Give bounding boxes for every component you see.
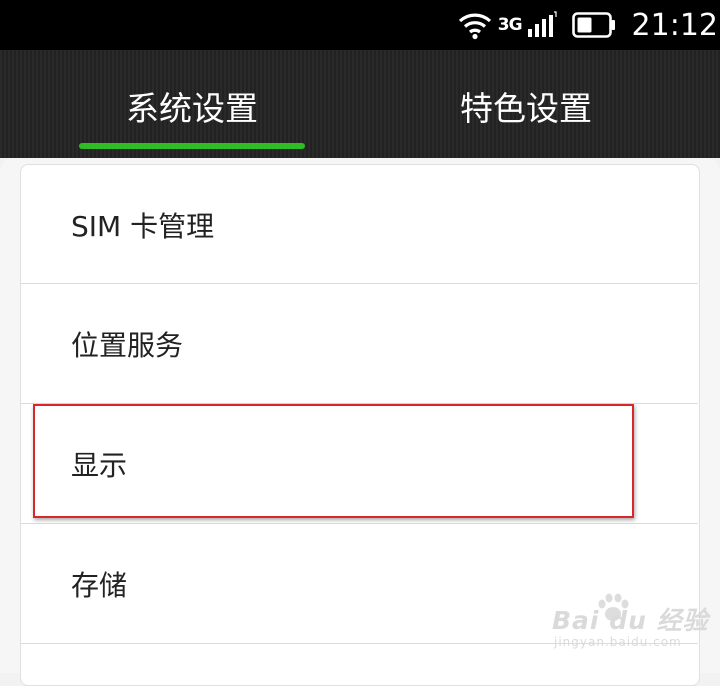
tab-label: 系统设置 (126, 89, 258, 128)
tab-feature-settings[interactable]: 特色设置 (346, 50, 706, 158)
network-type-label: 3G (497, 15, 523, 35)
settings-item-sim-card[interactable]: SIM 卡管理 (21, 165, 698, 284)
status-icons: 3G 21:12 (458, 0, 720, 50)
wifi-icon (458, 13, 491, 40)
watermark-url: jingyan.baidu.com (554, 635, 682, 649)
battery-icon (571, 12, 615, 38)
tab-label: 特色设置 (460, 89, 592, 128)
clock: 21:12 (631, 7, 718, 43)
tab-system-settings[interactable]: 系统设置 (10, 50, 374, 158)
tab-bar: 系统设置 特色设置 (0, 50, 720, 158)
settings-item-label: 存储 (71, 568, 128, 602)
highlight-annotation-box (33, 404, 634, 518)
settings-item-location[interactable]: 位置服务 (21, 284, 698, 403)
active-tab-indicator (79, 143, 305, 149)
settings-item-label: SIM 卡管理 (71, 209, 215, 243)
baidu-jingyan-watermark: Bai du 经验 jingyan.baidu.com (552, 593, 712, 655)
watermark-brand: Bai du 经验 (552, 606, 709, 635)
settings-item-label: 位置服务 (71, 328, 184, 362)
signal-icon (527, 11, 557, 37)
status-bar: 3G 21:12 (0, 0, 720, 50)
